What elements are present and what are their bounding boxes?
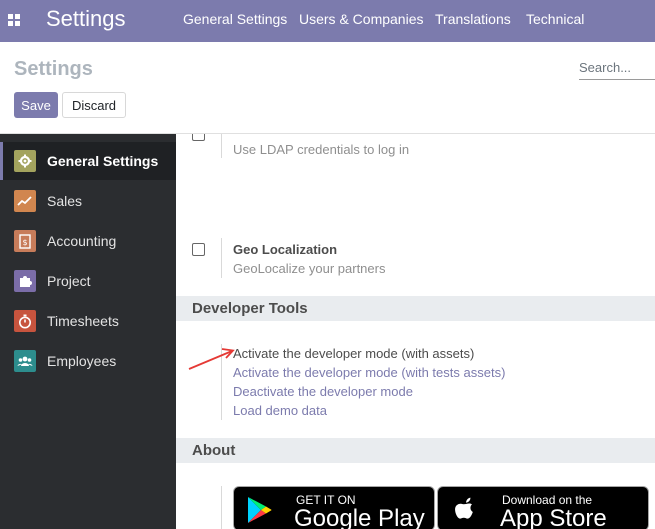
app-name: Settings [46, 6, 126, 31]
gear-icon [14, 150, 36, 172]
sidebar-label: Timesheets [47, 313, 119, 329]
discard-button[interactable]: Discard [62, 92, 126, 118]
sidebar-item-accounting[interactable]: $ Accounting [0, 222, 176, 260]
top-navbar: Settings General Settings Users & Compan… [0, 0, 655, 42]
sidebar-item-timesheets[interactable]: Timesheets [0, 302, 176, 340]
geo-localization-checkbox[interactable] [192, 243, 205, 256]
control-panel: Settings Search... Save Discard [0, 42, 655, 134]
google-play-icon [248, 497, 272, 523]
invoice-icon: $ [14, 230, 36, 252]
save-button[interactable]: Save [14, 92, 58, 118]
people-icon [14, 350, 36, 372]
divider [221, 238, 222, 278]
puzzle-icon [14, 270, 36, 292]
menu-users-companies[interactable]: Users & Companies [299, 11, 424, 27]
sidebar-label: Sales [47, 193, 83, 209]
annotation-arrow-icon [188, 348, 235, 370]
geo-localization-description: GeoLocalize your partners [233, 261, 386, 276]
sidebar-item-sales[interactable]: Sales [0, 182, 176, 220]
google-play-big-text: Google Play [294, 505, 425, 529]
divider [221, 134, 222, 158]
activate-developer-mode-assets-link[interactable]: Activate the developer mode (with assets… [233, 346, 474, 361]
menu-translations[interactable]: Translations [435, 11, 511, 27]
sidebar-label: General Settings [47, 153, 159, 169]
search-input[interactable]: Search... [579, 56, 655, 80]
geo-localization-title: Geo Localization [233, 242, 338, 257]
app-store-badge[interactable]: Download on the App Store [437, 486, 649, 529]
sidebar-label: Employees [47, 353, 117, 369]
ldap-description: Use LDAP credentials to log in [233, 142, 410, 157]
page-title: Settings [14, 58, 93, 80]
sidebar-label: Project [47, 273, 91, 289]
apps-menu-icon[interactable] [8, 14, 20, 26]
sidebar-item-project[interactable]: Project [0, 262, 176, 300]
google-play-badge[interactable]: GET IT ON Google Play [233, 486, 435, 529]
divider [221, 486, 222, 529]
settings-sidebar: General Settings Sales $ Accounting Proj… [0, 134, 176, 529]
svg-text:$: $ [22, 238, 27, 247]
settings-content: Use LDAP credentials to log in Geo Local… [176, 134, 655, 529]
sidebar-item-general-settings[interactable]: General Settings [0, 142, 176, 180]
stopwatch-icon [14, 310, 36, 332]
load-demo-data-link[interactable]: Load demo data [233, 403, 327, 418]
sidebar-label: Accounting [47, 233, 117, 249]
developer-tools-heading: Developer Tools [176, 296, 655, 321]
sidebar-item-employees[interactable]: Employees [0, 342, 176, 380]
chart-icon [14, 190, 36, 212]
apple-icon [455, 497, 473, 519]
app-store-big-text: App Store [500, 505, 607, 529]
activate-developer-mode-tests-link[interactable]: Activate the developer mode (with tests … [233, 365, 505, 380]
deactivate-developer-mode-link[interactable]: Deactivate the developer mode [233, 384, 413, 399]
menu-technical[interactable]: Technical [526, 11, 584, 27]
ldap-checkbox[interactable] [192, 134, 205, 141]
about-heading: About [176, 438, 655, 463]
menu-general-settings[interactable]: General Settings [183, 11, 287, 27]
